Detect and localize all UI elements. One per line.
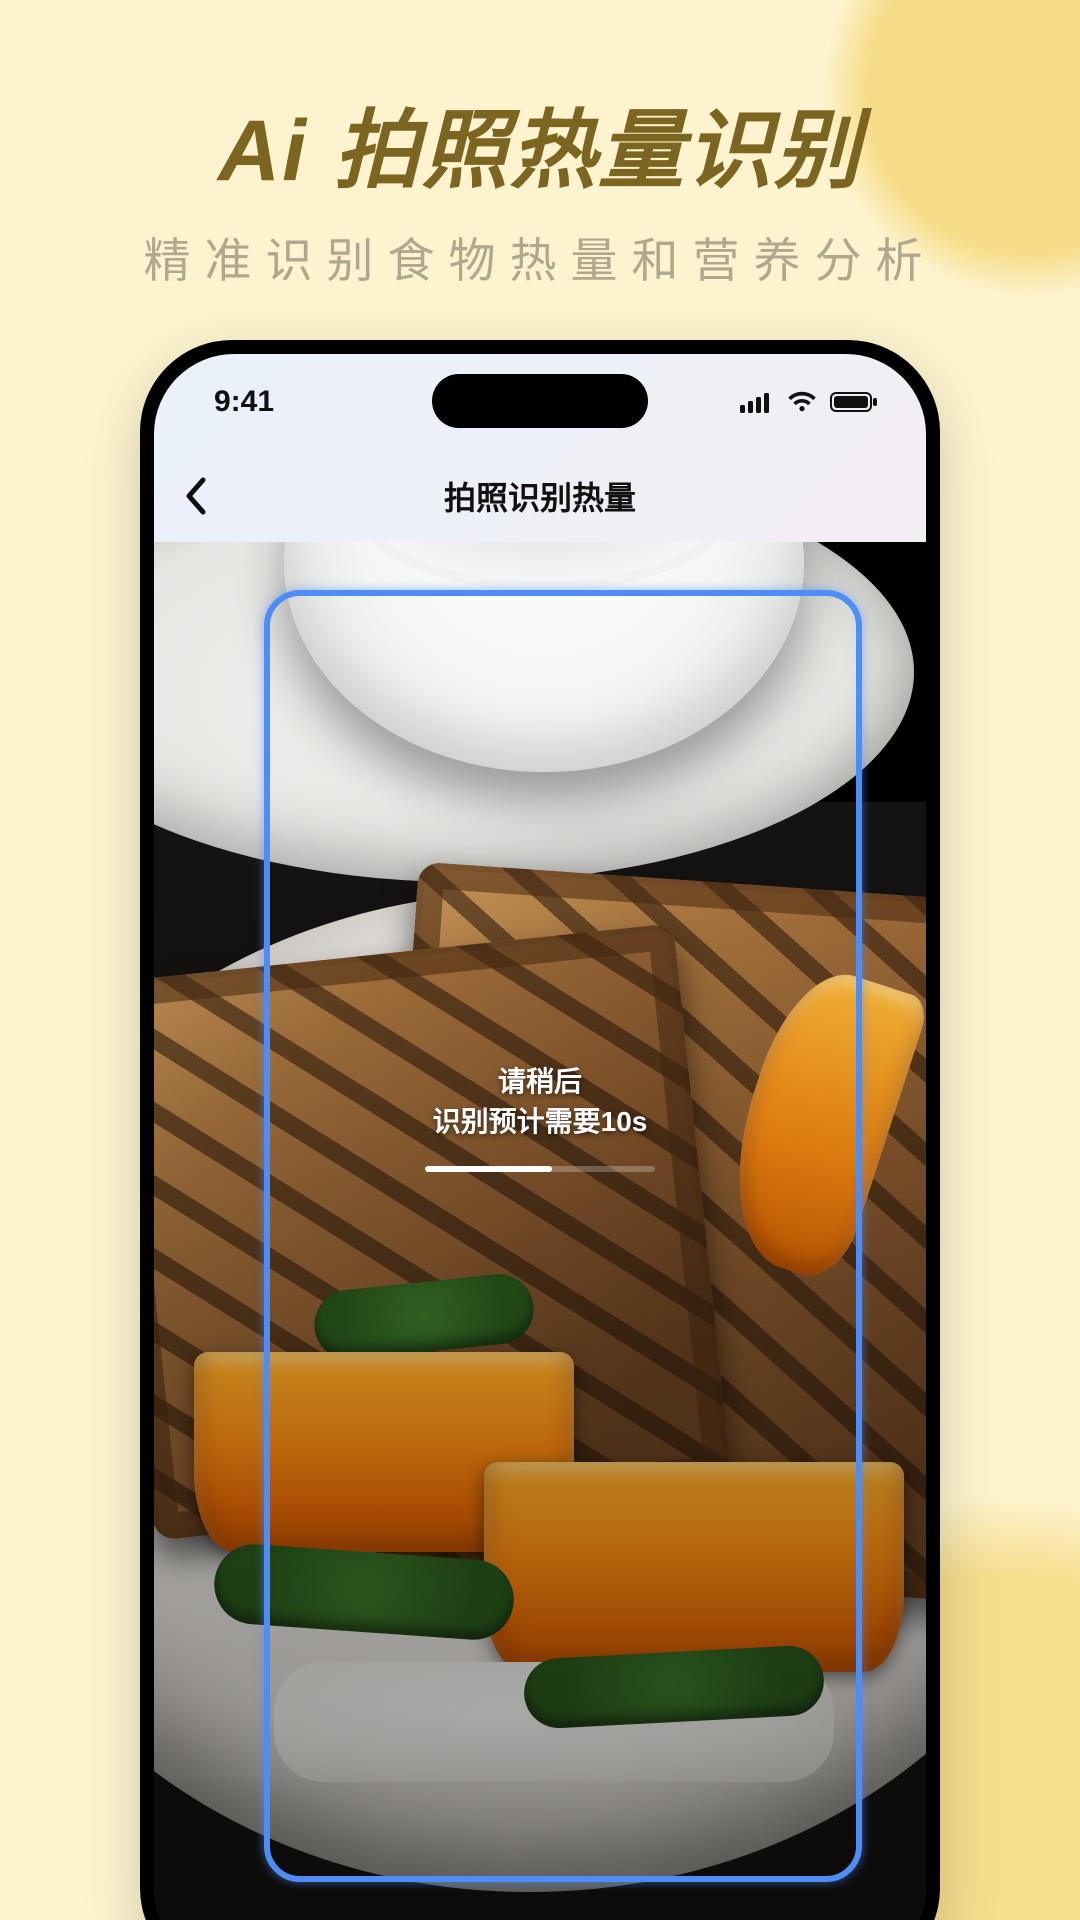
phone-frame: 9:41 xyxy=(140,340,940,1920)
scan-progress-bar xyxy=(425,1166,655,1172)
nav-bar: 拍照识别热量 xyxy=(154,454,926,538)
nav-title: 拍照识别热量 xyxy=(154,473,926,519)
cellular-signal-icon xyxy=(740,391,774,413)
back-button[interactable] xyxy=(154,454,238,538)
scan-frame xyxy=(264,590,862,1882)
status-bar: 9:41 xyxy=(154,354,926,450)
scan-status-line1: 请稍后 xyxy=(154,1062,926,1102)
scan-progress-fill xyxy=(425,1166,552,1172)
promo-title: Ai 拍照热量识别 xyxy=(0,108,1080,194)
status-indicators xyxy=(740,391,878,413)
battery-icon xyxy=(830,391,878,413)
wifi-icon xyxy=(786,391,818,413)
chevron-left-icon xyxy=(183,476,209,516)
camera-viewport[interactable]: 请稍后 识别预计需要10s xyxy=(154,542,926,1920)
phone-screen: 9:41 xyxy=(154,354,926,1920)
status-time: 9:41 xyxy=(214,385,274,419)
scan-status-line2: 识别预计需要10s xyxy=(154,1102,926,1142)
promo-subtitle: 精准识别食物热量和营养分析 xyxy=(0,222,1080,291)
